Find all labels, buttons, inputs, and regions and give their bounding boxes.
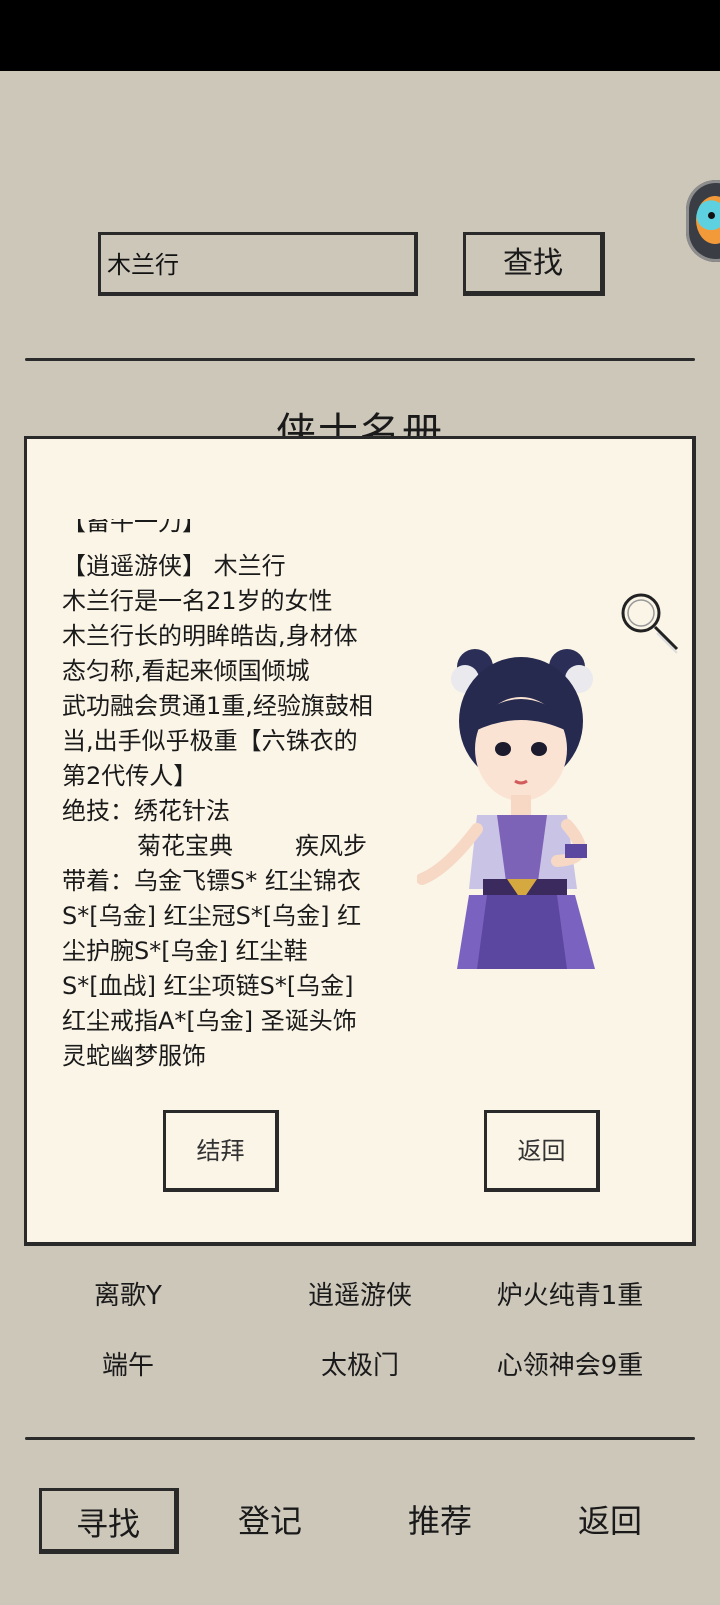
player-name[interactable]: 离歌Y	[18, 1275, 238, 1312]
skill-name: 疾风步	[295, 832, 367, 860]
equip-line: 尘护腕S*[乌金] 红尘鞋	[62, 937, 308, 965]
tab-back[interactable]: 返回	[540, 1488, 680, 1554]
equip-line: S*[血战] 红尘项链S*[乌金]	[62, 972, 354, 1000]
tab-register[interactable]: 登记	[200, 1488, 340, 1554]
skill-name: 菊花宝典	[137, 832, 233, 860]
player-level: 炉火纯青1重	[496, 1281, 644, 1311]
equip-line: 带着：乌金飞镖S* 红尘锦衣	[62, 867, 361, 895]
tab-recommend[interactable]: 推荐	[370, 1488, 510, 1554]
profile-line: 绝技：绣花针法	[62, 797, 230, 825]
divider	[25, 358, 695, 361]
search-input[interactable]: 木兰行	[98, 232, 418, 296]
profile-line: 态匀称,看起来倾国倾城	[62, 657, 310, 685]
player-class: 太极门	[320, 1351, 399, 1381]
profile-clipped-line: 【畜牛一刀】	[62, 519, 206, 536]
profile-line: 第2代传人】	[62, 762, 198, 790]
search-button[interactable]: 查找	[463, 232, 605, 296]
fish-mascot-icon	[696, 196, 720, 244]
equip-line: 灵蛇幽梦服饰	[62, 1042, 206, 1070]
player-level: 心领神会9重	[496, 1351, 644, 1381]
equip-line: 红尘戒指A*[乌金] 圣诞头饰	[62, 1007, 357, 1035]
skills-row: 菊花宝典 疾风步	[62, 829, 402, 864]
profile-line: 武功融会贯通1重,经验旗鼓相	[62, 692, 373, 720]
card-back-button[interactable]: 返回	[484, 1110, 600, 1192]
floating-assistant-button[interactable]	[686, 180, 720, 262]
divider	[25, 1437, 695, 1440]
profile-line: 当,出手似乎极重【六铢衣的	[62, 727, 358, 755]
profile-line: 木兰行长的明眸皓齿,身材体	[62, 622, 358, 650]
player-name[interactable]: 端午	[18, 1345, 238, 1382]
profile-card: 【畜牛一刀】 【逍遥游侠】 木兰行 木兰行是一名21岁的女性 木兰行长的明眸皓齿…	[24, 436, 696, 1246]
equip-line: S*[乌金] 红尘冠S*[乌金] 红	[62, 902, 362, 930]
bond-button[interactable]: 结拜	[163, 1110, 279, 1192]
profile-line: 【逍遥游侠】 木兰行	[62, 552, 286, 580]
profile-line: 木兰行是一名21岁的女性	[62, 587, 333, 615]
tab-find[interactable]: 寻找	[39, 1488, 179, 1554]
status-bar	[0, 0, 720, 71]
bottom-tab-bar: 寻找 登记 推荐 返回	[0, 1488, 720, 1558]
player-class: 逍遥游侠	[307, 1281, 412, 1311]
character-portrait	[417, 649, 595, 969]
